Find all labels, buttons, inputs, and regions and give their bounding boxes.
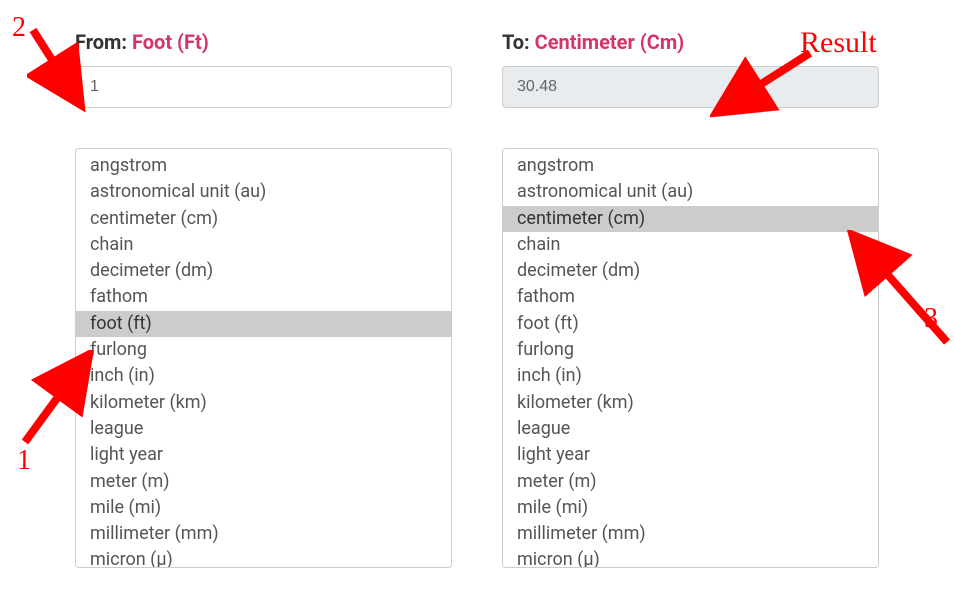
list-item[interactable]: centimeter (cm) [76, 206, 451, 232]
list-item[interactable]: astronomical unit (au) [503, 179, 878, 205]
from-label: From: Foot (Ft) [75, 30, 452, 54]
to-prefix: To: [502, 30, 535, 54]
list-item[interactable]: furlong [76, 337, 451, 363]
to-unit-listbox[interactable]: angstromastronomical unit (au)centimeter… [502, 148, 879, 568]
list-item[interactable]: astronomical unit (au) [76, 179, 451, 205]
list-item[interactable]: angstrom [76, 153, 451, 179]
from-column: From: Foot (Ft) angstromastronomical uni… [75, 30, 452, 568]
from-prefix: From: [75, 30, 132, 54]
list-item[interactable]: foot (ft) [503, 311, 878, 337]
list-item[interactable]: inch (in) [503, 363, 878, 389]
list-item[interactable]: angstrom [503, 153, 878, 179]
list-item[interactable]: meter (m) [503, 469, 878, 495]
list-item[interactable]: micron (µ) [76, 547, 451, 568]
from-unit-listbox[interactable]: angstromastronomical unit (au)centimeter… [75, 148, 452, 568]
list-item[interactable]: centimeter (cm) [503, 206, 878, 232]
list-item[interactable]: decimeter (dm) [503, 258, 878, 284]
converter-container: From: Foot (Ft) angstromastronomical uni… [0, 0, 954, 568]
list-item[interactable]: mile (mi) [503, 495, 878, 521]
to-label: To: Centimeter (Cm) [502, 30, 879, 54]
list-item[interactable]: meter (m) [76, 469, 451, 495]
list-item[interactable]: fathom [503, 284, 878, 310]
to-unit: Centimeter (Cm) [535, 30, 685, 54]
list-item[interactable]: kilometer (km) [76, 390, 451, 416]
from-unit: Foot (Ft) [132, 30, 209, 54]
list-item[interactable]: inch (in) [76, 363, 451, 389]
list-item[interactable]: league [76, 416, 451, 442]
list-item[interactable]: micron (µ) [503, 547, 878, 568]
list-item[interactable]: chain [503, 232, 878, 258]
to-value-output [502, 66, 879, 108]
list-item[interactable]: furlong [503, 337, 878, 363]
to-column: To: Centimeter (Cm) angstromastronomical… [502, 30, 879, 568]
from-value-input[interactable] [75, 66, 452, 108]
list-item[interactable]: chain [76, 232, 451, 258]
list-item[interactable]: mile (mi) [76, 495, 451, 521]
list-item[interactable]: millimeter (mm) [503, 521, 878, 547]
list-item[interactable]: light year [503, 442, 878, 468]
list-item[interactable]: league [503, 416, 878, 442]
list-item[interactable]: fathom [76, 284, 451, 310]
list-item[interactable]: millimeter (mm) [76, 521, 451, 547]
list-item[interactable]: foot (ft) [76, 311, 451, 337]
list-item[interactable]: decimeter (dm) [76, 258, 451, 284]
list-item[interactable]: light year [76, 442, 451, 468]
list-item[interactable]: kilometer (km) [503, 390, 878, 416]
